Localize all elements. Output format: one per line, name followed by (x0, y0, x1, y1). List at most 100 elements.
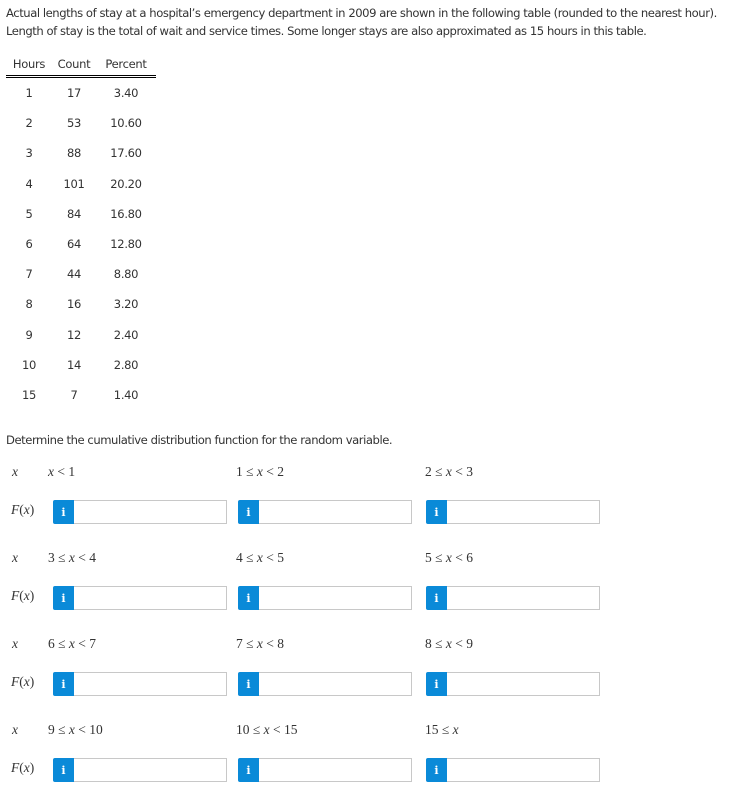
cdf-value-input[interactable] (74, 586, 227, 610)
x-label-text: x (12, 722, 18, 737)
percent-cell: 12.80 (110, 237, 142, 252)
range-label: 8 ≤ x < 9 (425, 636, 474, 651)
hours-cell: 7 (25, 267, 33, 282)
hours-cell: 8 (25, 297, 33, 312)
count-cell: 16 (66, 297, 82, 312)
cdf-answer-field: i (426, 586, 600, 610)
percent-cell: 1.40 (113, 387, 139, 402)
hours-cell: 2 (25, 116, 33, 131)
info-icon[interactable]: i (426, 500, 447, 524)
table-row: 8 16 3.20 (6, 289, 156, 319)
info-icon[interactable]: i (426, 586, 447, 610)
problem-text-line-2: Length of stay is the total of wait and … (6, 24, 647, 38)
cdf-answer-field: i (426, 758, 600, 782)
cdf-prompt: Determine the cumulative distribution fu… (6, 433, 393, 447)
cdf-answer-field: i (238, 500, 412, 524)
x-label-text: x (12, 550, 18, 565)
count-cell: 101 (63, 176, 85, 191)
info-icon[interactable]: i (53, 758, 74, 782)
info-icon[interactable]: i (53, 500, 74, 524)
cdf-value-input[interactable] (447, 758, 600, 782)
hours-cell: 3 (25, 146, 33, 161)
x-row-label: x (12, 636, 18, 652)
percent-cell: 2.80 (113, 357, 139, 372)
table-row: 2 53 10.60 (6, 108, 156, 138)
count-cell: 12 (66, 327, 82, 342)
cdf-answer-field: i (53, 672, 227, 696)
cdf-answer-field: i (53, 500, 227, 524)
count-cell: 84 (66, 206, 82, 221)
range-label: 10 ≤ x < 15 (236, 722, 298, 737)
hours-cell: 6 (25, 237, 33, 252)
percent-cell: 8.80 (113, 267, 139, 282)
table-row: 9 12 2.40 (6, 320, 156, 350)
hours-cell: 1 (25, 86, 33, 101)
length-of-stay-table: Hours Count Percent 1 17 3.40 2 53 10.60 3 88 17… (6, 53, 156, 410)
cdf-value-input[interactable] (259, 500, 412, 524)
cdf-value-input[interactable] (259, 758, 412, 782)
table-row: 10 14 2.80 (6, 350, 156, 380)
count-cell: 64 (66, 237, 82, 252)
hours-cell: 9 (25, 327, 33, 342)
info-icon[interactable]: i (238, 758, 259, 782)
table-header-row: Hours Count Percent (6, 53, 156, 78)
cdf-answer-field: i (53, 758, 227, 782)
problem-statement: Actual lengths of stay at a hospital’s e… (6, 4, 744, 40)
percent-cell: 16.80 (110, 206, 142, 221)
fx-row-label: F(x) (11, 502, 35, 517)
count-cell: 7 (70, 387, 78, 402)
problem-text-line-1: Actual lengths of stay at a hospital’s e… (6, 6, 717, 20)
fx-row-label: F(x) (11, 674, 35, 689)
cdf-value-input[interactable] (447, 500, 600, 524)
x-row-label: x (12, 722, 18, 738)
hours-cell: 4 (25, 176, 33, 191)
range-label: x < 1 (48, 464, 76, 479)
info-icon[interactable]: i (53, 586, 74, 610)
percent-cell: 20.20 (110, 176, 142, 191)
header-hours: Hours (6, 53, 52, 78)
info-icon[interactable]: i (238, 672, 259, 696)
cdf-answer-field: i (426, 672, 600, 696)
cdf-answer-field: i (53, 586, 227, 610)
table-row: 15 7 1.40 (6, 380, 156, 410)
x-label-text: x (12, 464, 18, 479)
percent-cell: 10.60 (110, 116, 142, 131)
info-icon[interactable]: i (238, 586, 259, 610)
count-cell: 88 (66, 146, 82, 161)
x-row-label: x (12, 464, 18, 480)
info-icon[interactable]: i (238, 500, 259, 524)
table-row: 5 84 16.80 (6, 199, 156, 229)
table-row: 6 64 12.80 (6, 229, 156, 259)
cdf-value-input[interactable] (259, 586, 412, 610)
header-percent: Percent (96, 53, 156, 78)
cdf-value-input[interactable] (447, 672, 600, 696)
hours-cell: 5 (25, 206, 33, 221)
cdf-value-input[interactable] (447, 586, 600, 610)
cdf-answer-field: i (238, 586, 412, 610)
range-label: 1 ≤ x < 2 (236, 464, 285, 479)
range-label: 3 ≤ x < 4 (48, 550, 97, 565)
cdf-answer-field: i (238, 758, 412, 782)
range-label: 15 ≤ x (425, 722, 459, 737)
percent-cell: 3.40 (113, 86, 139, 101)
table-row: 7 44 8.80 (6, 259, 156, 289)
info-icon[interactable]: i (426, 672, 447, 696)
table-row: 3 88 17.60 (6, 138, 156, 168)
cdf-value-input[interactable] (74, 758, 227, 782)
table-row: 4 101 20.20 (6, 169, 156, 199)
x-label-text: x (12, 636, 18, 651)
range-label: 9 ≤ x < 10 (48, 722, 103, 737)
percent-cell: 17.60 (110, 146, 142, 161)
cdf-value-input[interactable] (74, 500, 227, 524)
range-label: 2 ≤ x < 3 (425, 464, 474, 479)
cdf-answer-field: i (426, 500, 600, 524)
cdf-value-input[interactable] (259, 672, 412, 696)
percent-cell: 3.20 (113, 297, 139, 312)
cdf-value-input[interactable] (74, 672, 227, 696)
info-icon[interactable]: i (53, 672, 74, 696)
count-cell: 44 (66, 267, 82, 282)
cdf-answer-field: i (238, 672, 412, 696)
percent-cell: 2.40 (113, 327, 139, 342)
info-icon[interactable]: i (426, 758, 447, 782)
header-count: Count (52, 53, 96, 78)
